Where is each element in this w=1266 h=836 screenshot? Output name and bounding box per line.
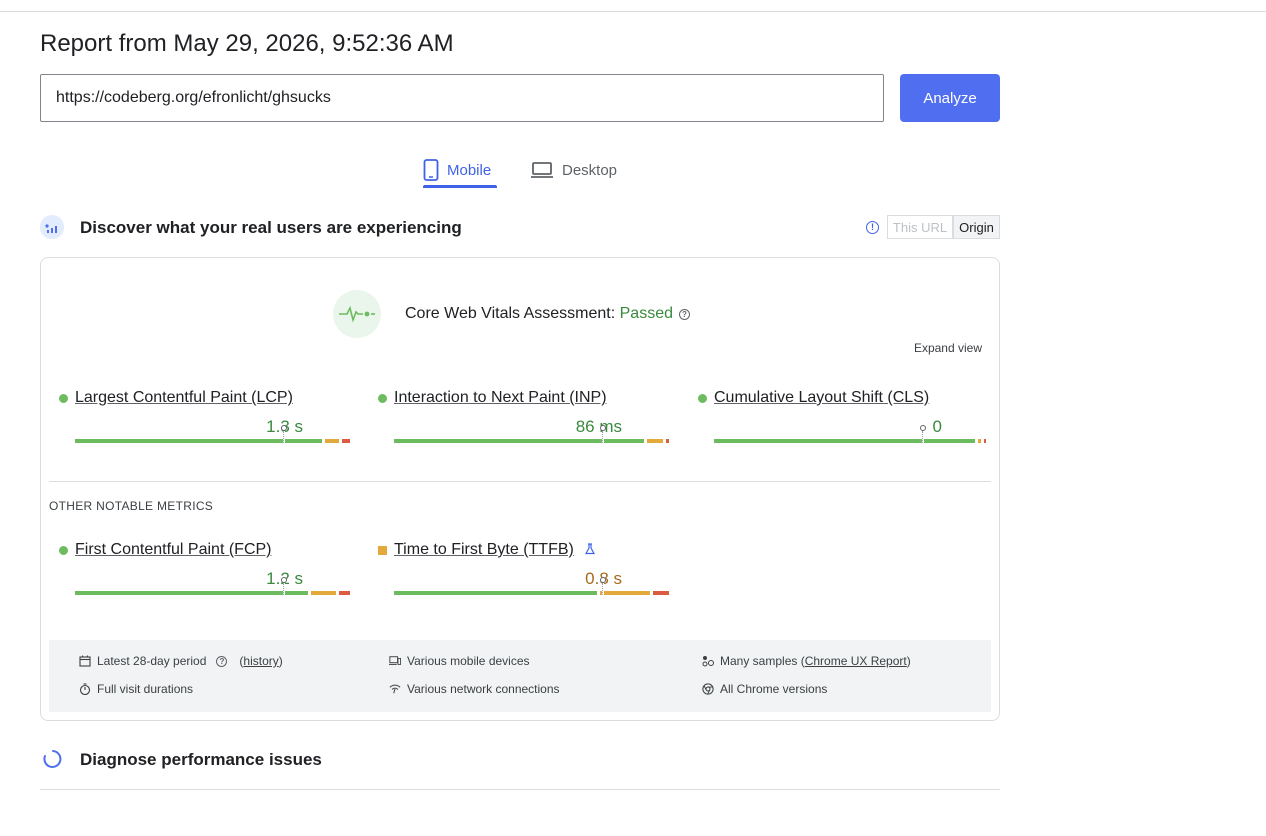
laptop-icon bbox=[531, 162, 553, 178]
metric-value-inp: 86 ms bbox=[575, 417, 622, 436]
timer-icon bbox=[79, 683, 91, 695]
footer-period: Latest 28-day period ? (history) bbox=[79, 654, 283, 668]
good-status-icon bbox=[378, 394, 387, 403]
percentile-marker bbox=[280, 577, 287, 583]
distribution-bar bbox=[394, 591, 672, 595]
cwv-label: Core Web Vitals Assessment: bbox=[405, 305, 616, 322]
distribution-bar bbox=[394, 439, 672, 443]
footer-devices: Various mobile devices bbox=[389, 654, 530, 668]
distribution-bar bbox=[75, 439, 353, 443]
metric-name-inp[interactable]: Interaction to Next Paint (INP) bbox=[394, 389, 607, 407]
percentile-marker bbox=[599, 425, 606, 431]
bar-poor-segment bbox=[652, 591, 669, 595]
bar-good-segment bbox=[394, 439, 644, 443]
footer-network: Various network connections bbox=[389, 682, 560, 696]
metric-name-cls[interactable]: Cumulative Layout Shift (CLS) bbox=[714, 389, 929, 407]
metrics-divider bbox=[49, 481, 991, 482]
good-status-icon bbox=[698, 394, 707, 403]
good-status-icon bbox=[59, 546, 68, 555]
bar-average-segment bbox=[325, 439, 339, 443]
toggle-origin[interactable]: Origin bbox=[953, 215, 1000, 239]
data-info-footer bbox=[49, 640, 991, 712]
tab-mobile[interactable]: Mobile bbox=[423, 150, 497, 190]
footer-versions: All Chrome versions bbox=[702, 682, 827, 696]
footer-samples: Many samples (Chrome UX Report) bbox=[702, 654, 911, 668]
percentile-marker-stem bbox=[601, 431, 604, 443]
bar-poor-segment bbox=[339, 591, 350, 595]
footer-network-text: Various network connections bbox=[407, 682, 560, 696]
users-chart-icon bbox=[40, 215, 64, 239]
cwv-status: Passed bbox=[619, 305, 673, 322]
tab-desktop-label: Desktop bbox=[562, 161, 618, 179]
devices-icon bbox=[389, 656, 401, 665]
chrome-ux-report-link[interactable]: Chrome UX Report bbox=[805, 654, 907, 668]
percentile-marker-stem bbox=[282, 431, 285, 443]
cwv-assessment: Core Web Vitals Assessment: Passed? bbox=[405, 305, 690, 323]
bar-good-segment bbox=[714, 439, 976, 443]
analyze-button[interactable]: Analyze bbox=[900, 74, 1000, 122]
bar-average-segment bbox=[599, 591, 650, 595]
expand-view-link[interactable]: Expand view bbox=[914, 341, 982, 355]
bar-average-segment bbox=[311, 591, 337, 595]
samples-icon bbox=[702, 656, 714, 667]
footer-versions-text: All Chrome versions bbox=[720, 682, 828, 696]
footer-samples-suffix: ) bbox=[906, 654, 911, 668]
percentile-marker-stem bbox=[601, 583, 604, 595]
metric-name-fcp[interactable]: First Contentful Paint (FCP) bbox=[75, 541, 272, 559]
metric-name-lcp[interactable]: Largest Contentful Paint (LCP) bbox=[75, 389, 293, 407]
footer-devices-text: Various mobile devices bbox=[407, 654, 530, 668]
top-divider bbox=[0, 11, 1266, 12]
chrome-icon bbox=[702, 683, 714, 695]
distribution-bar bbox=[75, 591, 353, 595]
toggle-this-url[interactable]: This URL bbox=[887, 215, 953, 239]
calendar-icon bbox=[79, 655, 91, 667]
footer-durations-text: Full visit durations bbox=[97, 682, 194, 696]
percentile-marker bbox=[280, 425, 287, 431]
help-icon[interactable]: ? bbox=[679, 309, 690, 320]
experimental-flask-icon[interactable] bbox=[584, 543, 596, 555]
wifi-icon bbox=[389, 684, 401, 694]
tab-mobile-label: Mobile bbox=[447, 161, 492, 179]
help-icon[interactable]: ? bbox=[216, 655, 228, 667]
metric-value-cls: 0 bbox=[932, 417, 942, 436]
footer-period-text: Latest 28-day period bbox=[97, 654, 207, 668]
bar-good-segment bbox=[75, 591, 309, 595]
good-status-icon bbox=[59, 394, 68, 403]
distribution-bar bbox=[714, 439, 992, 443]
bar-poor-segment bbox=[341, 439, 350, 443]
percentile-marker bbox=[599, 577, 606, 583]
tab-active-indicator bbox=[423, 185, 497, 188]
bar-good-segment bbox=[75, 439, 323, 443]
url-input[interactable] bbox=[40, 74, 884, 122]
field-data-title: Discover what your real users are experi… bbox=[80, 218, 462, 237]
footer-durations: Full visit durations bbox=[79, 682, 193, 696]
other-metrics-label: OTHER NOTABLE METRICS bbox=[49, 499, 214, 513]
bottom-divider bbox=[40, 789, 1000, 790]
tab-desktop[interactable]: Desktop bbox=[530, 150, 617, 190]
metric-name-ttfb[interactable]: Time to First Byte (TTFB) bbox=[394, 541, 574, 559]
report-title: Report from May 29, 2026, 9:52:36 AM bbox=[40, 30, 454, 57]
bar-poor-segment bbox=[983, 439, 987, 443]
diagnose-title: Diagnose performance issues bbox=[80, 750, 322, 769]
percentile-marker bbox=[919, 425, 926, 431]
pulse-icon bbox=[333, 290, 381, 338]
percentile-marker-stem bbox=[282, 583, 285, 595]
average-status-icon bbox=[378, 546, 387, 555]
percentile-marker-stem bbox=[921, 431, 924, 443]
bar-average-segment bbox=[646, 439, 664, 443]
bar-average-segment bbox=[978, 439, 981, 443]
bar-poor-segment bbox=[666, 439, 669, 443]
history-link[interactable]: history bbox=[243, 654, 278, 668]
bar-good-segment bbox=[394, 591, 597, 595]
info-icon[interactable]: ! bbox=[866, 221, 879, 234]
footer-samples-prefix: Many samples ( bbox=[720, 654, 805, 668]
smartphone-icon bbox=[423, 159, 439, 181]
loading-spinner-icon bbox=[43, 750, 62, 768]
